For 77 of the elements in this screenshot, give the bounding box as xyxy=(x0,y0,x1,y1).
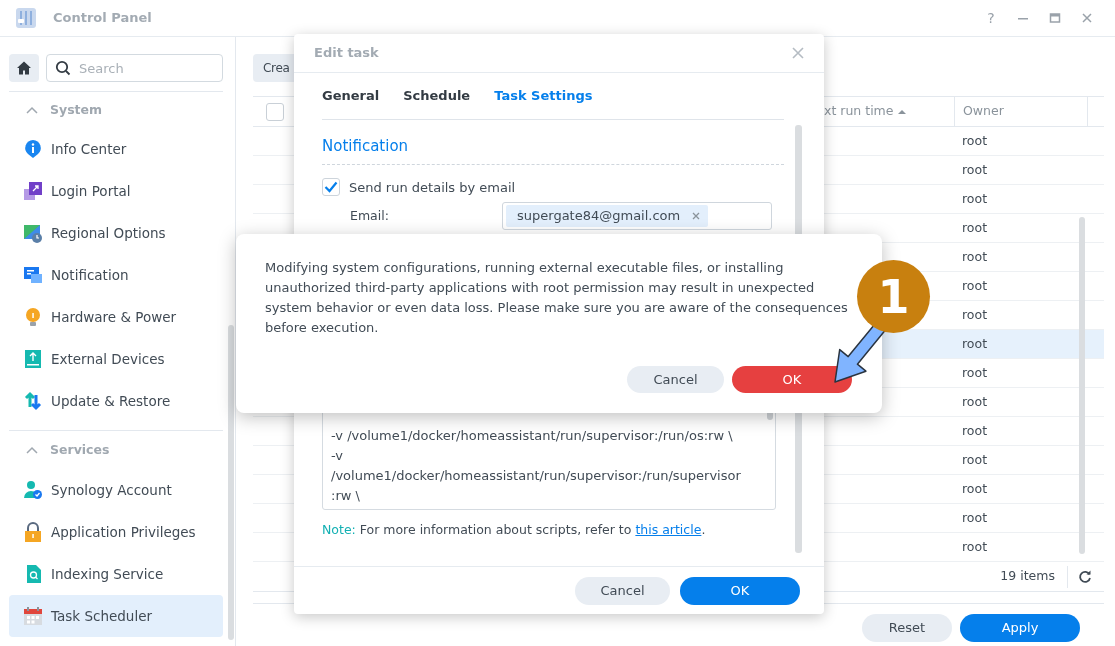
scrollbar-thumb[interactable] xyxy=(1079,217,1085,554)
item-count: 19 items xyxy=(1000,567,1055,586)
table-cell-text: root xyxy=(962,131,988,150)
chevron-icon[interactable] xyxy=(26,446,38,454)
sidebar-item[interactable]: Info Center xyxy=(9,128,223,170)
dialog-button[interactable]: Cancel xyxy=(575,576,670,605)
scrollbar-thumb[interactable] xyxy=(228,325,234,640)
info-icon xyxy=(23,139,43,159)
dialog-button[interactable]: OK xyxy=(680,576,800,605)
home-button[interactable] xyxy=(9,54,39,82)
table-cell-text: root xyxy=(962,160,988,179)
upload-drive-icon xyxy=(23,349,43,369)
sidebar-item[interactable]: External Devices xyxy=(9,338,223,380)
field-label: Email: xyxy=(350,206,390,225)
dialog-button[interactable]: Cancel xyxy=(627,366,724,393)
note-text: Note: For more information about scripts, refer to this article. xyxy=(322,521,707,539)
select-all-checkbox[interactable] xyxy=(266,102,284,121)
script-line: :rw \ xyxy=(331,487,361,505)
table-cell-text: root xyxy=(962,450,988,469)
maximize-icon[interactable] xyxy=(1049,12,1061,24)
sidebar-item[interactable]: Task Scheduler xyxy=(9,595,223,637)
table-cell-text: root xyxy=(962,276,988,295)
close-icon[interactable] xyxy=(792,47,804,59)
table-cell-text: root xyxy=(962,479,988,498)
script-line: -v xyxy=(331,447,345,465)
message-icon xyxy=(23,265,43,285)
sidebar-item[interactable]: Hardware & Power xyxy=(9,296,223,338)
sidebar-item[interactable]: Notification xyxy=(9,254,223,296)
section-header: System xyxy=(50,100,103,119)
table-cell-text: root xyxy=(962,508,988,527)
lightbulb-icon xyxy=(23,307,43,327)
footer-button[interactable]: Reset xyxy=(862,614,952,642)
window-title: Control Panel xyxy=(53,9,152,28)
dialog-title: Edit task xyxy=(314,44,379,63)
sidebar-item[interactable]: Update & Restore xyxy=(9,380,223,422)
search-field[interactable]: Search xyxy=(46,54,223,82)
table-cell-text: root xyxy=(962,305,988,324)
search-icon xyxy=(55,60,71,76)
chevron-icon[interactable] xyxy=(26,106,38,114)
tab[interactable]: Schedule xyxy=(403,86,483,106)
table-cell-text: root xyxy=(962,392,988,411)
table-cell-text: root xyxy=(962,189,988,208)
sidebar-item[interactable]: Synology Account xyxy=(9,469,223,511)
table-cell-text: root xyxy=(962,334,988,353)
portal-icon xyxy=(23,181,43,201)
map-clock-icon xyxy=(23,223,43,243)
tab[interactable]: Task Settings xyxy=(494,86,605,106)
control-panel-icon xyxy=(15,7,37,29)
email-field[interactable]: supergate84@gmail.com xyxy=(502,202,772,230)
table-cell-text: root xyxy=(962,218,988,237)
table-cell-text: root xyxy=(962,247,988,266)
refresh-icon[interactable] xyxy=(1078,569,1092,584)
dialog-button[interactable]: OK xyxy=(732,366,852,393)
sync-arrows-icon xyxy=(23,391,43,411)
script-line: -v /volume1/docker/homeassistant/run/supervisor:/run/os:rw \ xyxy=(331,427,734,445)
email-tag[interactable]: supergate84@gmail.com xyxy=(506,205,709,227)
table-cell-text: root xyxy=(962,421,988,440)
sidebar-item[interactable]: Login Portal xyxy=(9,170,223,212)
script-line: /volume1/docker/homeassistant/run/supervisor:/run/supervisor xyxy=(331,467,742,485)
sidebar-item[interactable]: Indexing Service xyxy=(9,553,223,595)
close-icon[interactable] xyxy=(1081,12,1093,24)
tab[interactable]: General xyxy=(322,86,392,106)
alert-message: Modifying system configurations, running external executable files, or installing unauthorized third-party applications with root permission may result in unexpected system behavior or even data loss. Please make sure you are aware of the consequences before execution. xyxy=(265,259,849,337)
footer-button[interactable]: Apply xyxy=(960,614,1080,642)
section-title: Notification xyxy=(322,120,784,165)
checkbox[interactable] xyxy=(322,178,340,197)
section-header: Services xyxy=(50,440,110,459)
remove-icon[interactable] xyxy=(692,212,701,220)
checkbox-label: Send run details by email xyxy=(349,178,516,197)
sidebar-item[interactable]: Application Privileges xyxy=(9,511,223,553)
table-cell-text: root xyxy=(962,537,988,556)
home-icon xyxy=(16,60,32,76)
user-check-icon xyxy=(23,480,43,500)
calendar-icon xyxy=(23,606,43,626)
table-cell-text: root xyxy=(962,363,988,382)
sidebar-item[interactable]: Regional Options xyxy=(9,212,223,254)
padlock-icon xyxy=(23,522,43,542)
